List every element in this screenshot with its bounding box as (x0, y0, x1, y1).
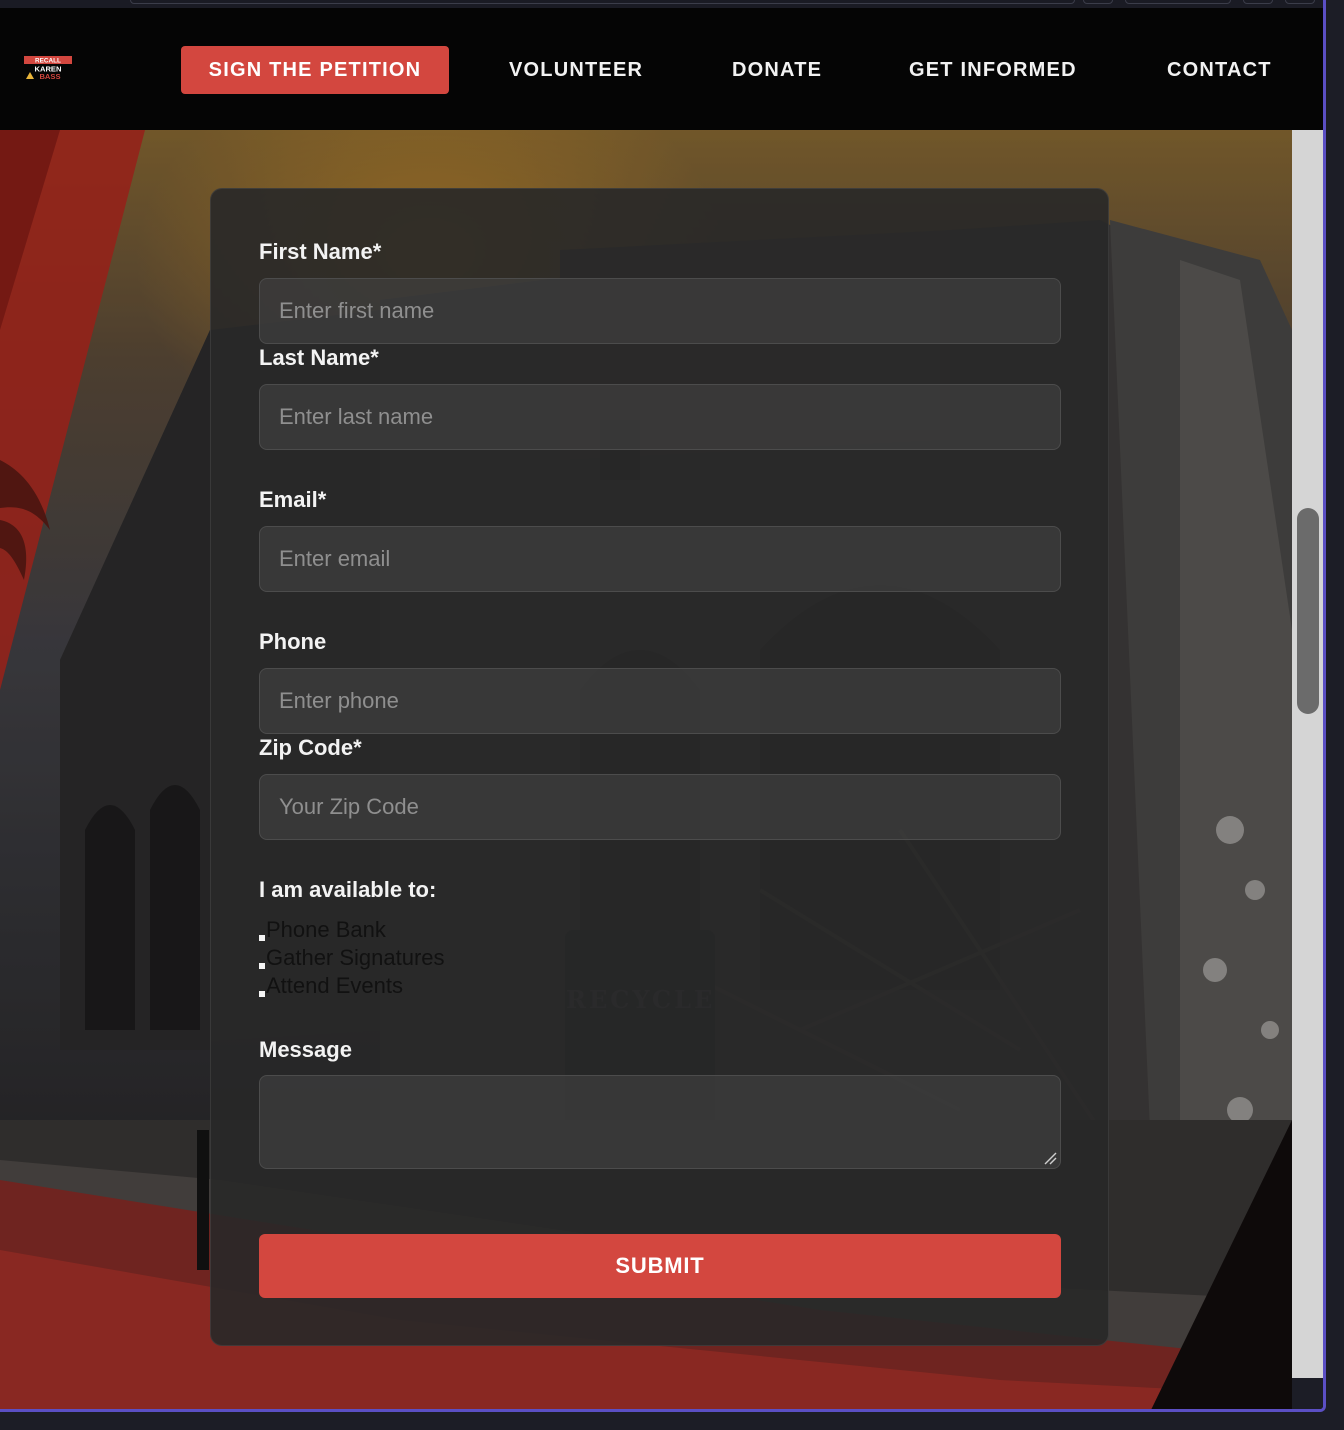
checkbox[interactable] (259, 963, 265, 969)
nav-contact-link[interactable]: CONTACT (1167, 46, 1272, 94)
email-label: Email* (259, 487, 327, 512)
nav-volunteer-link[interactable]: VOLUNTEER (509, 46, 643, 94)
scrollbar-thumb[interactable] (1297, 508, 1319, 714)
availability-option-phone-bank[interactable]: Phone Bank (259, 916, 445, 944)
last-name-input[interactable] (259, 384, 1061, 450)
address-bar[interactable] (130, 0, 1075, 4)
toolbar-button[interactable] (1083, 0, 1113, 4)
checkbox[interactable] (259, 935, 265, 941)
last-name-label: Last Name* (259, 345, 379, 370)
scrollbar-track[interactable] (1292, 130, 1323, 1378)
toolbar-button[interactable] (1285, 0, 1315, 4)
option-label: Phone Bank (266, 917, 386, 942)
email-input[interactable] (259, 526, 1061, 592)
site-navbar: RECALL KAREN BASS SIGN THE PETITION VOLU… (0, 8, 1323, 130)
phone-input[interactable] (259, 668, 1061, 734)
availability-option-gather-signatures[interactable]: Gather Signatures (259, 944, 445, 972)
resize-grip-icon[interactable] (1043, 1151, 1057, 1165)
first-name-input[interactable] (259, 278, 1061, 344)
message-label: Message (259, 1037, 352, 1062)
submit-button[interactable]: SUBMIT (259, 1234, 1061, 1298)
svg-text:RECALL: RECALL (35, 58, 61, 65)
message-textarea[interactable] (259, 1075, 1061, 1169)
nav-sign-petition-button[interactable]: SIGN THE PETITION (181, 46, 449, 94)
recall-karen-bass-logo[interactable]: RECALL KAREN BASS (24, 56, 72, 80)
option-label: Attend Events (266, 973, 403, 998)
checkbox[interactable] (259, 991, 265, 997)
zip-code-label: Zip Code* (259, 735, 362, 760)
browser-window: RECYCLE RECALL KAREN BASS SIGN THE PETIT… (0, 0, 1326, 1412)
browser-toolbar-edge (0, 0, 1323, 8)
toolbar-button[interactable] (1243, 0, 1273, 4)
availability-label: I am available to: (259, 877, 437, 902)
volunteer-form-card: First Name* Last Name* Email* Phone Zip … (210, 188, 1109, 1346)
zip-code-input[interactable] (259, 774, 1061, 840)
nav-get-informed-link[interactable]: GET INFORMED (909, 46, 1077, 94)
availability-options: Phone Bank Gather Signatures Attend Even… (259, 916, 445, 1000)
option-label: Gather Signatures (266, 945, 445, 970)
phone-label: Phone (259, 629, 327, 654)
availability-option-attend-events[interactable]: Attend Events (259, 972, 445, 1000)
svg-text:BASS: BASS (39, 72, 60, 80)
first-name-label: First Name* (259, 239, 382, 264)
scrollbar-end (1292, 1378, 1323, 1409)
toolbar-button[interactable] (1125, 0, 1231, 4)
nav-donate-link[interactable]: DONATE (732, 46, 822, 94)
